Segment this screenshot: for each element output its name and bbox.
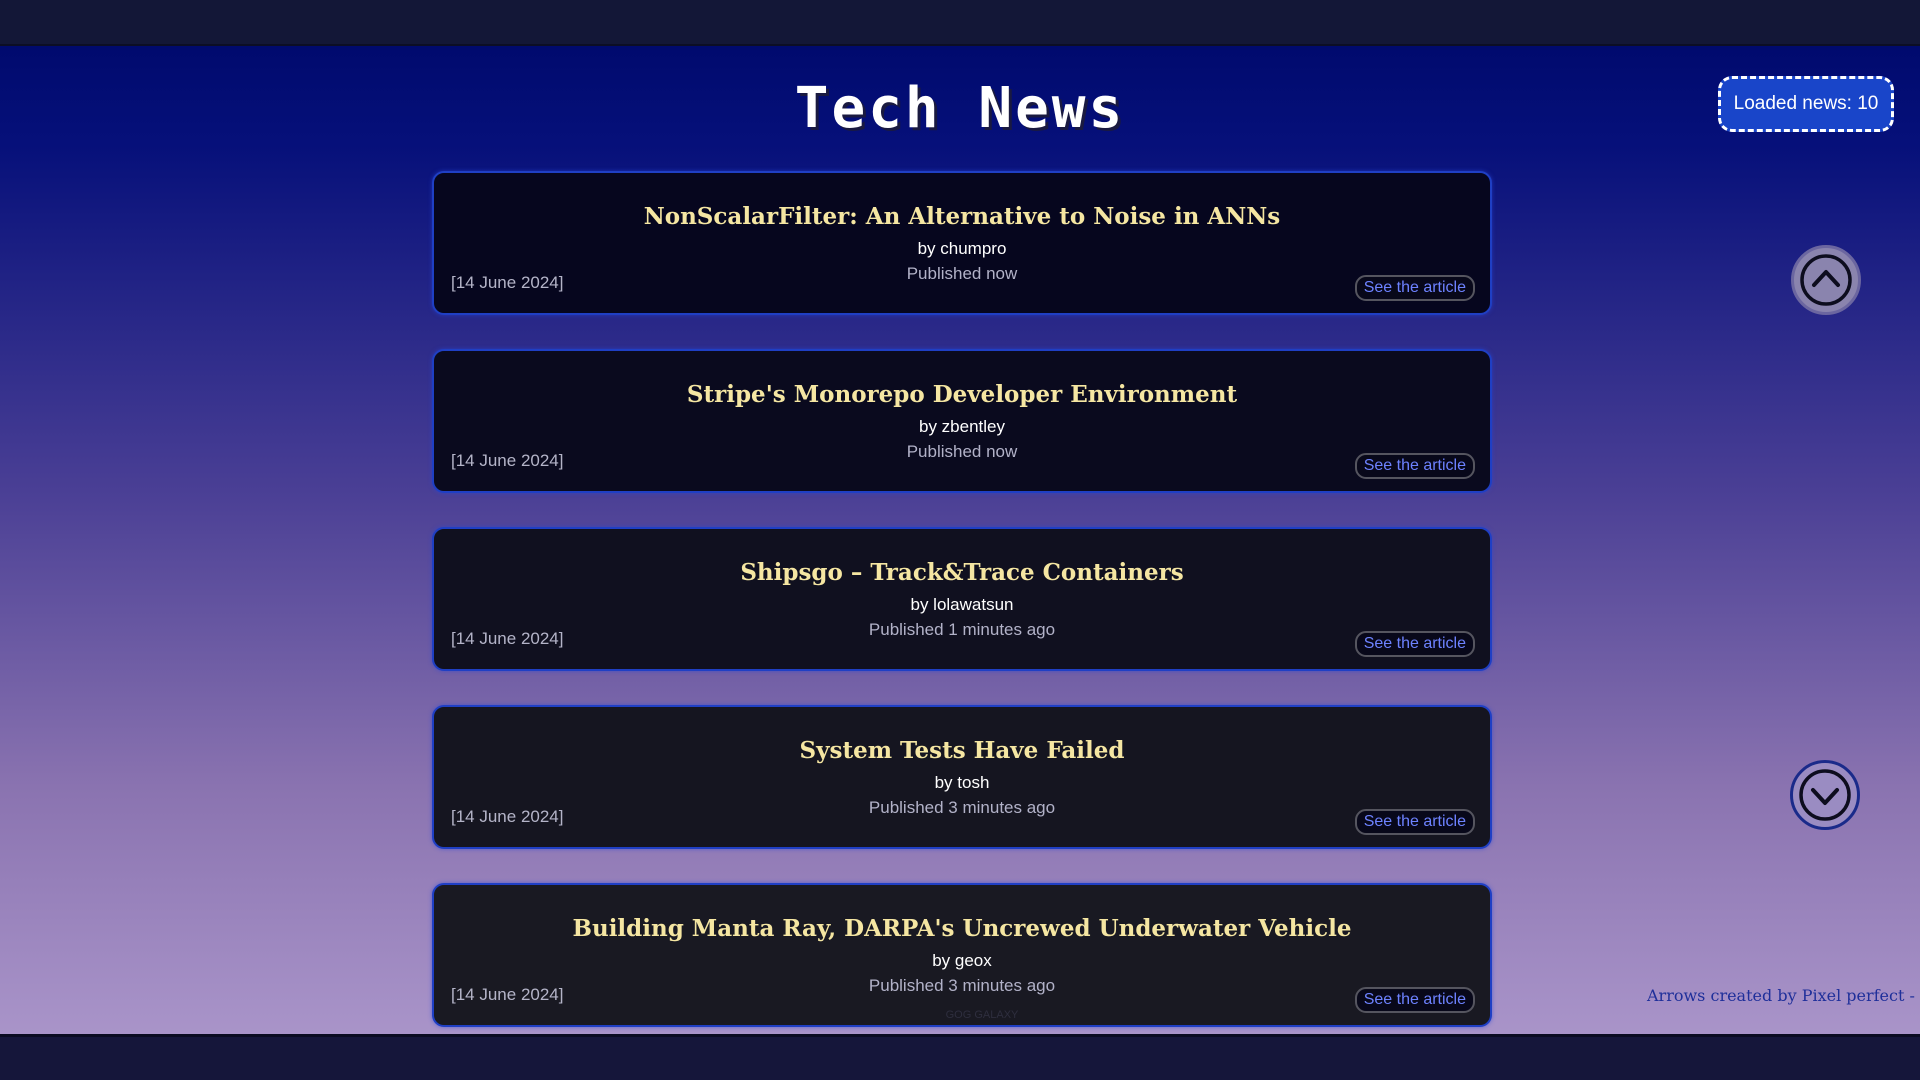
news-page[interactable]: Tech News Loaded news: 10 NonScalarFilte… <box>0 46 1920 1034</box>
see-article-button[interactable]: See the article <box>1354 453 1475 479</box>
chevron-down-circle-icon <box>1799 769 1851 821</box>
news-title: Stripe's Monorepo Developer Environment <box>686 381 1238 408</box>
scroll-up-button[interactable] <box>1791 245 1861 315</box>
news-author: by zbentley <box>919 417 1005 436</box>
news-date: [14 June 2024] <box>451 451 564 470</box>
news-published-time: Published now <box>906 442 1018 461</box>
see-article-button[interactable]: See the article <box>1354 809 1475 835</box>
news-author: by lolawatsun <box>910 595 1014 614</box>
news-title: Shipsgo – Track&Trace Containers <box>740 559 1184 586</box>
chevron-up-circle-icon <box>1800 254 1852 306</box>
scroll-down-button[interactable] <box>1790 760 1860 830</box>
news-date: [14 June 2024] <box>451 985 564 1004</box>
page-title: Tech News <box>794 76 1126 141</box>
icon-credit-text: Arrows created by Pixel perfect - Flatic… <box>1647 986 1920 1005</box>
news-card: NonScalarFilter: An Alternative to Noise… <box>432 171 1492 315</box>
news-published-time: Published 3 minutes ago <box>868 976 1056 995</box>
news-list: NonScalarFilter: An Alternative to Noise… <box>432 171 1492 1034</box>
news-title: NonScalarFilter: An Alternative to Noise… <box>643 203 1281 230</box>
news-card: Shipsgo – Track&Trace Containers by lola… <box>432 527 1492 671</box>
news-card: System Tests Have Failed by tosh Publish… <box>432 705 1492 849</box>
news-date: [14 June 2024] <box>451 273 564 292</box>
news-published-time: Published now <box>906 264 1018 283</box>
browser-bottom-bar <box>0 1034 1920 1080</box>
see-article-button[interactable]: See the article <box>1354 631 1475 657</box>
news-published-time: Published 1 minutes ago <box>868 620 1056 639</box>
news-author: by tosh <box>934 773 990 792</box>
browser-top-bar <box>0 0 1920 46</box>
news-title: System Tests Have Failed <box>799 737 1125 764</box>
news-published-time: Published 3 minutes ago <box>868 798 1056 817</box>
news-date: [14 June 2024] <box>451 629 564 648</box>
see-article-button[interactable]: See the article <box>1354 275 1475 301</box>
news-author: by chumpro <box>917 239 1007 258</box>
loaded-news-counter: Loaded news: 10 <box>1718 76 1894 132</box>
news-card: Stripe's Monorepo Developer Environment … <box>432 349 1492 493</box>
news-title: Building Manta Ray, DARPA's Uncrewed Und… <box>572 915 1352 942</box>
news-date: [14 June 2024] <box>451 807 564 826</box>
watermark-overlay: GOG GALAXY <box>945 1009 1019 1021</box>
news-card: Building Manta Ray, DARPA's Uncrewed Und… <box>432 883 1492 1027</box>
news-author: by geox <box>932 951 992 970</box>
